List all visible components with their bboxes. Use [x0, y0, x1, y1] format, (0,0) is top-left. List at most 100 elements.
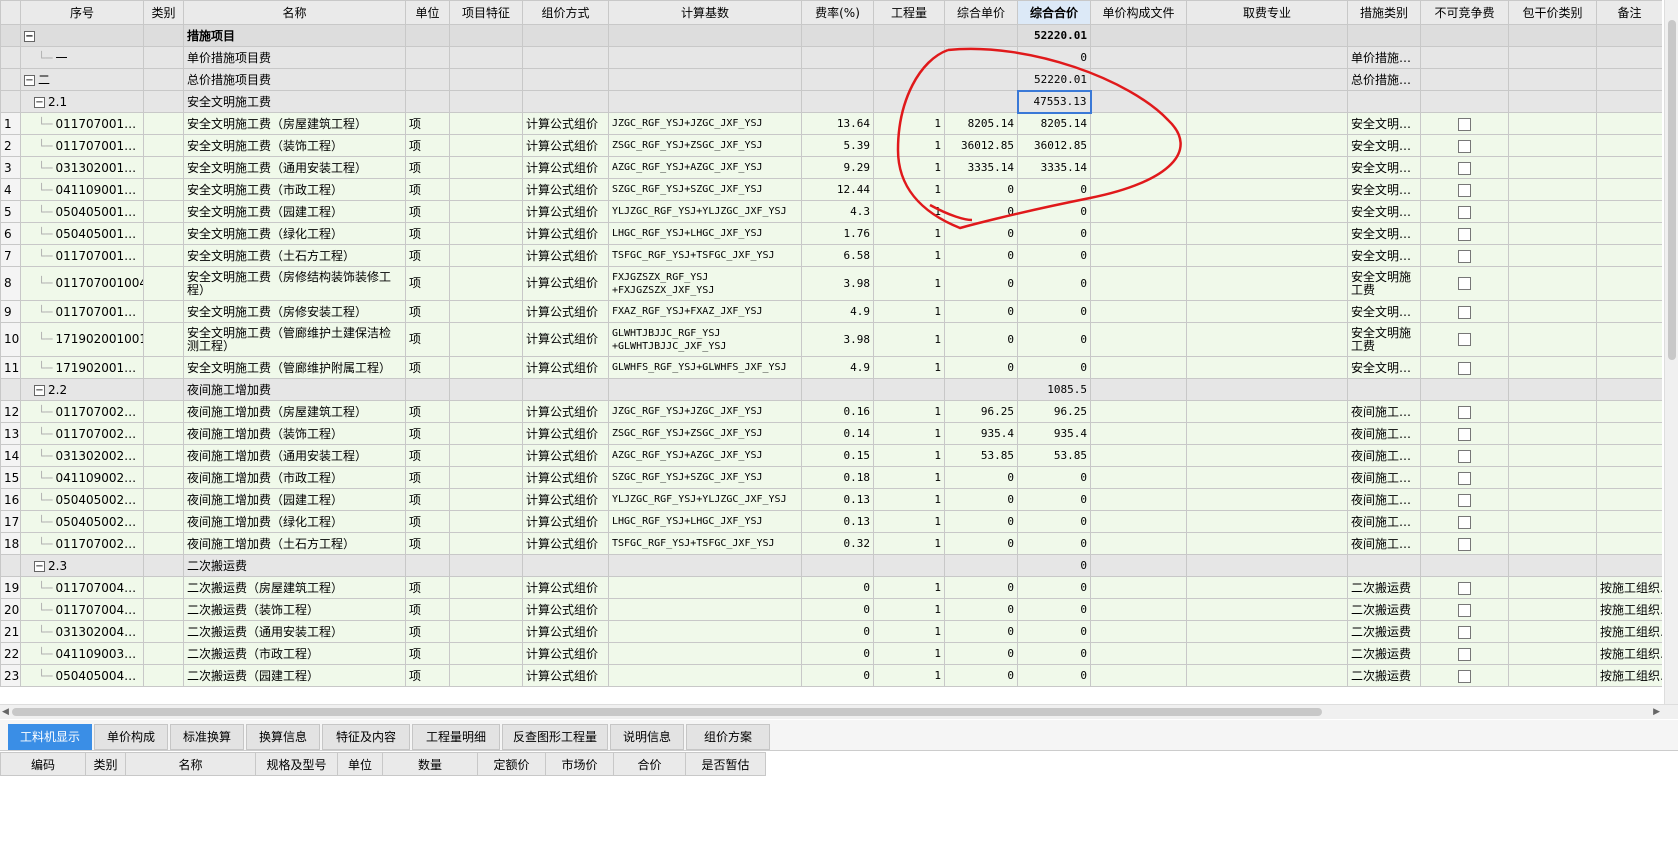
- type-cell[interactable]: [143, 200, 184, 223]
- fee-specialty-cell[interactable]: [1186, 244, 1348, 267]
- code-cell[interactable]: └─ 011707004…: [20, 598, 144, 621]
- fee-specialty-cell[interactable]: [1186, 222, 1348, 245]
- measure-category-cell[interactable]: 安全文明…: [1347, 244, 1421, 267]
- non-competitive-fee-cell[interactable]: [1420, 598, 1509, 621]
- type-cell[interactable]: [143, 222, 184, 245]
- unit-cell[interactable]: 项: [405, 156, 450, 179]
- measure-category-cell[interactable]: [1347, 90, 1421, 113]
- unit-cell[interactable]: 项: [405, 266, 450, 301]
- collapse-toggle-icon[interactable]: −: [24, 30, 35, 42]
- type-cell[interactable]: [143, 112, 184, 135]
- remark-cell[interactable]: [1596, 68, 1662, 91]
- non-competitive-fee-cell[interactable]: [1420, 554, 1509, 577]
- unit-price-cell[interactable]: 36012.85: [944, 134, 1018, 157]
- detail-tab[interactable]: 反查图形工程量: [502, 724, 608, 750]
- collapse-toggle-icon[interactable]: −: [34, 384, 45, 396]
- pricing-method-cell[interactable]: [522, 554, 609, 577]
- pricing-method-cell[interactable]: 计算公式组价: [522, 576, 609, 599]
- fee-specialty-cell[interactable]: [1186, 378, 1348, 401]
- non-competitive-fee-cell[interactable]: [1420, 378, 1509, 401]
- table-row[interactable]: 15 └─ 041109002… 夜间施工增加费（市政工程）项计算公式组价 SZGC_R…: [0, 466, 1662, 489]
- unit-price-cell[interactable]: 96.25: [944, 400, 1018, 423]
- lump-sum-type-cell[interactable]: [1508, 46, 1597, 69]
- collapse-toggle-icon[interactable]: −: [24, 75, 35, 86]
- code-cell[interactable]: └─ 一: [20, 46, 144, 69]
- table-row[interactable]: 16 └─ 050405002… 夜间施工增加费（园建工程）项计算公式组价 YLJZGC…: [0, 488, 1662, 511]
- calc-base-cell[interactable]: SZGC_RGF_YSJ+SZGC_JXF_YSJ: [608, 466, 802, 489]
- total-price-cell[interactable]: 8205.14: [1017, 112, 1091, 135]
- calc-base-cell[interactable]: [608, 46, 802, 69]
- lump-sum-type-cell[interactable]: [1508, 422, 1597, 445]
- column-header[interactable]: 名称: [183, 0, 406, 25]
- calc-base-cell[interactable]: [608, 598, 802, 621]
- pricing-method-cell[interactable]: 计算公式组价: [522, 466, 609, 489]
- remark-cell[interactable]: [1596, 244, 1662, 267]
- unit-cell[interactable]: 项: [405, 244, 450, 267]
- rate-cell[interactable]: 0.32: [801, 532, 874, 555]
- feature-cell[interactable]: [449, 400, 523, 423]
- remark-cell[interactable]: 按施工组织…: [1596, 642, 1662, 665]
- feature-cell[interactable]: [449, 266, 523, 301]
- table-row[interactable]: 14 └─ 031302002… 夜间施工增加费（通用安装工程）项计算公式组价 AZGC…: [0, 444, 1662, 467]
- non-competitive-checkbox[interactable]: [1458, 183, 1471, 197]
- total-price-cell[interactable]: 0: [1017, 300, 1091, 323]
- calc-base-cell[interactable]: [608, 90, 802, 113]
- scroll-right-arrow-icon[interactable]: ▶: [1653, 705, 1660, 719]
- quantity-cell[interactable]: [873, 68, 945, 91]
- table-row[interactable]: 23 └─ 050405004… 二次搬运费（园建工程）项计算公式组价 0 1 0 0 二次搬运…: [0, 664, 1662, 687]
- fee-specialty-cell[interactable]: [1186, 422, 1348, 445]
- type-cell[interactable]: [143, 554, 184, 577]
- unit-cell[interactable]: 项: [405, 134, 450, 157]
- rate-cell[interactable]: 3.98: [801, 266, 874, 301]
- unit-price-cell[interactable]: 0: [944, 222, 1018, 245]
- lump-sum-type-cell[interactable]: [1508, 510, 1597, 533]
- measure-category-cell[interactable]: [1347, 24, 1421, 47]
- feature-cell[interactable]: [449, 598, 523, 621]
- remark-cell[interactable]: [1596, 200, 1662, 223]
- feature-cell[interactable]: [449, 244, 523, 267]
- non-competitive-fee-cell[interactable]: [1420, 532, 1509, 555]
- lump-sum-type-cell[interactable]: [1508, 178, 1597, 201]
- table-row[interactable]: 8 └─ 011707001004 安全文明施工费（房修结构装饰装修工程）项计算公式组…: [0, 266, 1662, 301]
- table-row[interactable]: 1 └─ 011707001… 安全文明施工费（房屋建筑工程）项计算公式组价 JZGC_…: [0, 112, 1662, 135]
- feature-cell[interactable]: [449, 532, 523, 555]
- unit-price-cell[interactable]: 935.4: [944, 422, 1018, 445]
- column-header[interactable]: 费率(%): [801, 0, 874, 25]
- fee-specialty-cell[interactable]: [1186, 90, 1348, 113]
- non-competitive-fee-cell[interactable]: [1420, 134, 1509, 157]
- unit-cell[interactable]: [405, 90, 450, 113]
- table-row[interactable]: 6 └─ 050405001… 安全文明施工费（绿化工程）项计算公式组价 LHGC_RG…: [0, 222, 1662, 245]
- non-competitive-checkbox[interactable]: [1458, 647, 1471, 661]
- non-competitive-checkbox[interactable]: [1458, 333, 1471, 346]
- quantity-cell[interactable]: 1: [873, 532, 945, 555]
- remark-cell[interactable]: [1596, 90, 1662, 113]
- quantity-cell[interactable]: 1: [873, 200, 945, 223]
- unit-cell[interactable]: [405, 378, 450, 401]
- feature-cell[interactable]: [449, 24, 523, 47]
- name-cell[interactable]: 二次搬运费: [183, 554, 406, 577]
- type-cell[interactable]: [143, 400, 184, 423]
- lump-sum-type-cell[interactable]: [1508, 400, 1597, 423]
- rate-cell[interactable]: [801, 378, 874, 401]
- fee-specialty-cell[interactable]: [1186, 532, 1348, 555]
- fee-specialty-cell[interactable]: [1186, 400, 1348, 423]
- measure-category-cell[interactable]: 二次搬运费: [1347, 642, 1421, 665]
- rate-cell[interactable]: 0.13: [801, 510, 874, 533]
- detail-tab[interactable]: 组价方案: [686, 724, 770, 750]
- non-competitive-fee-cell[interactable]: [1420, 90, 1509, 113]
- type-cell[interactable]: [143, 620, 184, 643]
- code-cell[interactable]: └─ 011707001…: [20, 300, 144, 323]
- fee-specialty-cell[interactable]: [1186, 444, 1348, 467]
- non-competitive-fee-cell[interactable]: [1420, 322, 1509, 357]
- pricing-method-cell[interactable]: [522, 24, 609, 47]
- lump-sum-type-cell[interactable]: [1508, 222, 1597, 245]
- unit-cell[interactable]: 项: [405, 598, 450, 621]
- measure-category-cell[interactable]: 二次搬运费: [1347, 620, 1421, 643]
- type-cell[interactable]: [143, 576, 184, 599]
- pricing-method-cell[interactable]: 计算公式组价: [522, 642, 609, 665]
- pricing-method-cell[interactable]: 计算公式组价: [522, 488, 609, 511]
- calc-base-cell[interactable]: [608, 620, 802, 643]
- non-competitive-fee-cell[interactable]: [1420, 68, 1509, 91]
- quantity-cell[interactable]: 1: [873, 620, 945, 643]
- fee-specialty-cell[interactable]: [1186, 300, 1348, 323]
